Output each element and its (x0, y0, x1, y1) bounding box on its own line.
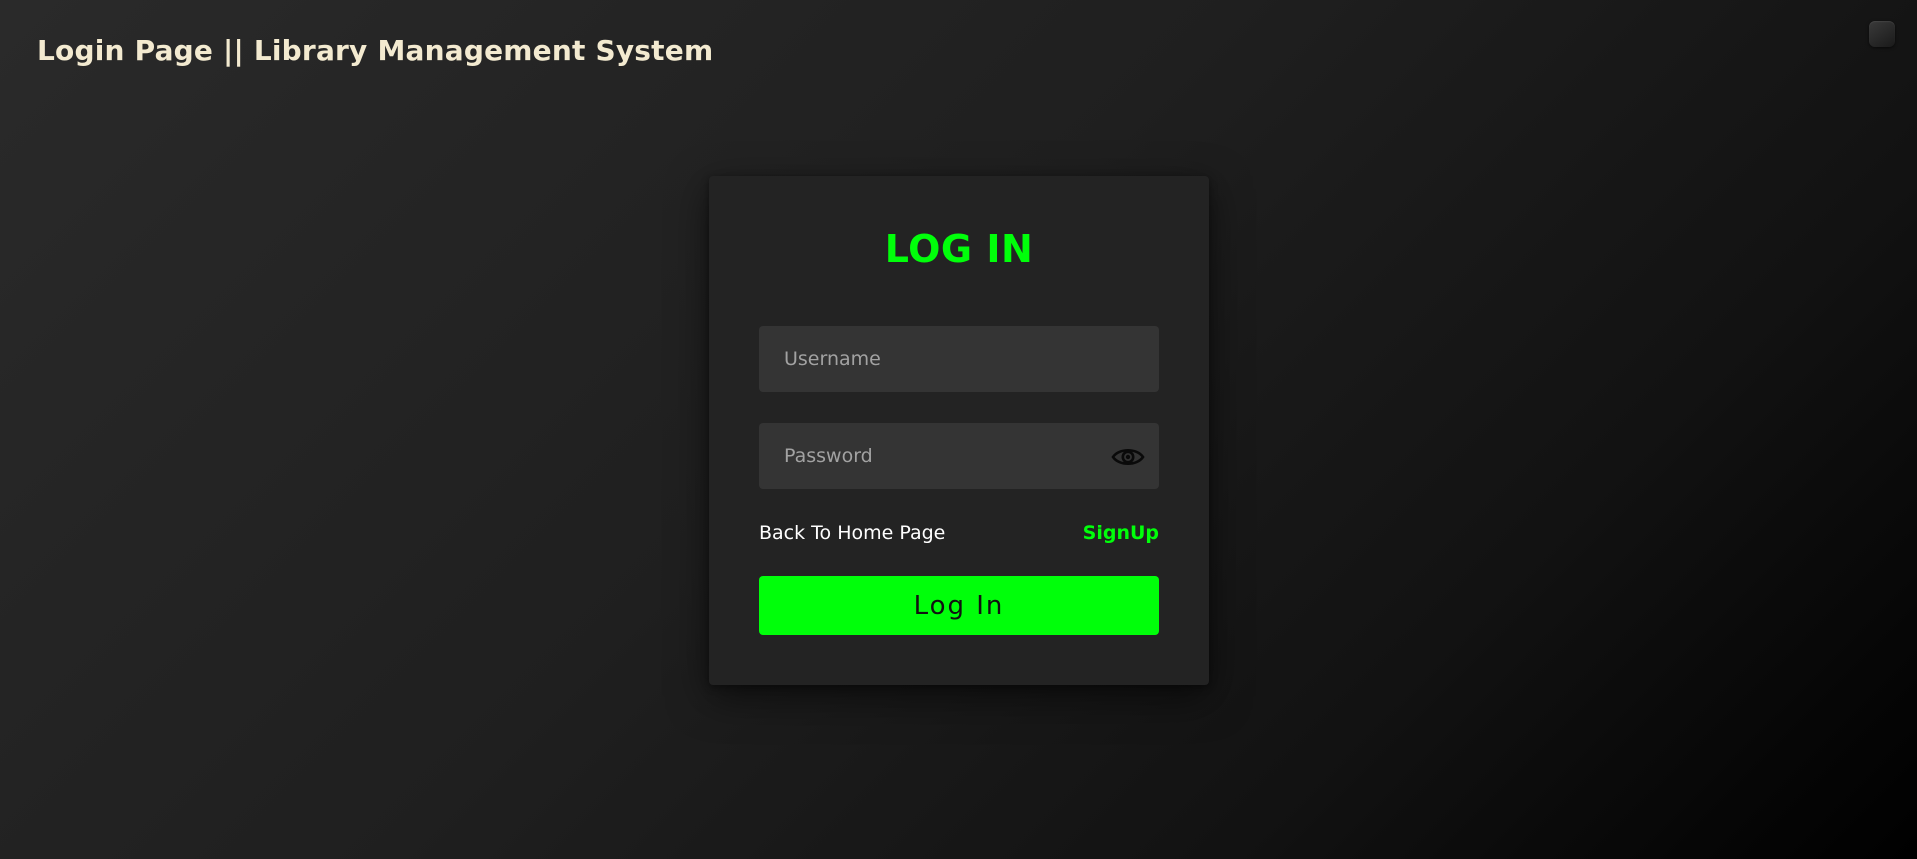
back-to-home-link[interactable]: Back To Home Page (759, 522, 945, 544)
username-field (759, 326, 1159, 392)
eye-icon[interactable] (1111, 446, 1145, 468)
password-field (759, 423, 1159, 489)
username-input[interactable] (759, 326, 1159, 392)
login-button[interactable]: Log In (759, 576, 1159, 635)
login-title: LOG IN (884, 227, 1034, 271)
corner-toggle-button[interactable] (1869, 21, 1895, 47)
login-card: LOG IN Back To Home Page SignUp Log In (709, 176, 1209, 685)
links-row: Back To Home Page SignUp (759, 522, 1159, 546)
password-input[interactable] (759, 423, 1159, 489)
page-title: Login Page || Library Management System (37, 34, 714, 67)
signup-link[interactable]: SignUp (1083, 522, 1159, 544)
